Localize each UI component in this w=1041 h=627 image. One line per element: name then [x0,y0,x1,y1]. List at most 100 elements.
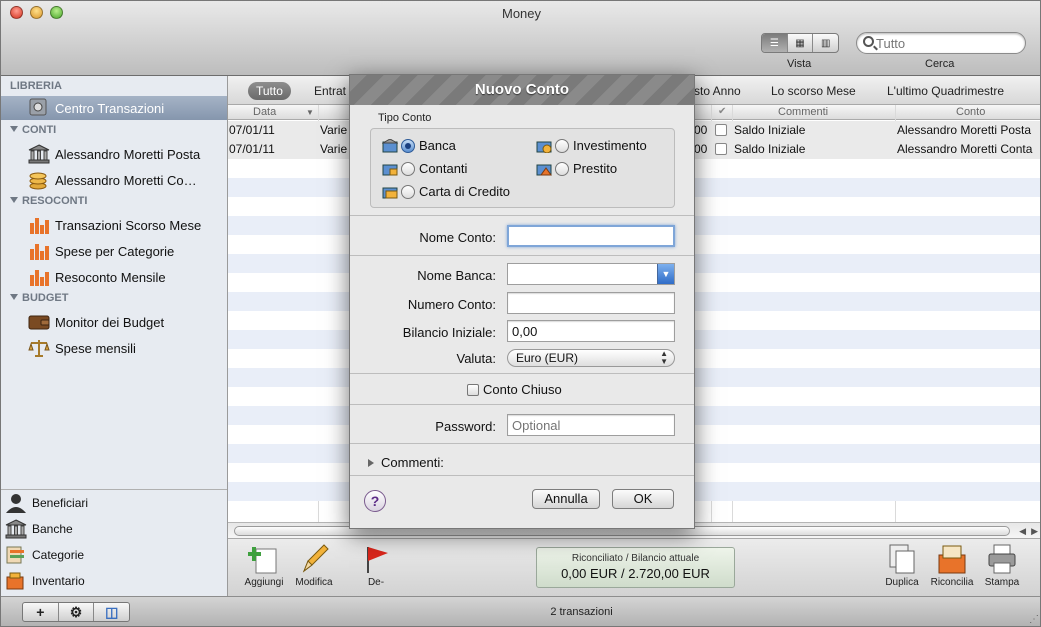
bilancio-iniziale-input[interactable] [507,320,675,342]
filter-scorso-mese[interactable]: Lo scorso Mese [763,82,864,100]
pencil-icon [298,543,330,575]
sidebar-item-resoconto-mensile[interactable]: Resoconto Mensile [1,265,227,289]
numero-conto-label: Numero Conto: [407,297,496,312]
barcode-view-icon[interactable]: ▥ [813,34,838,52]
printer-icon [986,543,1018,575]
sidebar-item-label: Resoconto Mensile [55,269,166,285]
sidebar-item-label: Monitor dei Budget [55,314,165,330]
radio-button-selected[interactable] [401,138,415,153]
sidebar-item-centro-transazioni[interactable]: Centro Transazioni [1,96,227,120]
column-header-data[interactable]: Data [253,106,276,118]
duplica-button[interactable]: Duplica [874,543,930,588]
sidebar-item-conto-posta[interactable]: Alessandro Moretti Posta [1,142,227,166]
sidebar-item-label: Transazioni Scorso Mese [55,217,202,233]
add-document-icon [247,543,280,575]
category-folders-icon [5,545,27,565]
cash-icon [382,162,398,176]
sidebar-item-categorie[interactable]: Categorie [1,542,227,568]
chevron-down-icon[interactable]: ▼ [657,264,674,284]
radio-button[interactable] [401,184,415,199]
radio-carta-di-credito[interactable]: Carta di Credito [382,184,510,199]
sidebar-item-spese-per-categorie[interactable]: Spese per Categorie [1,239,227,263]
sidebar-item-conto-contanti[interactable]: Alessandro Moretti Co… [1,168,227,192]
sidebar-item-label: Centro Transazioni [55,100,165,116]
conto-chiuso-checkbox[interactable]: Conto Chiuso [467,382,562,397]
annulla-button[interactable]: Annulla [532,489,600,509]
numero-conto-input[interactable] [507,292,675,314]
wallet-icon [28,312,50,332]
credit-card-icon [382,185,398,199]
riconcilia-button[interactable]: Riconcilia [924,543,980,588]
filter-questo-anno[interactable]: sto Anno [686,82,749,100]
resize-grip-icon[interactable]: ⋰ [1029,614,1039,625]
sidebar-item-beneficiari[interactable]: Beneficiari [1,490,227,516]
radio-button[interactable] [401,161,415,176]
inventory-icon [5,571,27,591]
scroll-left-arrow-icon[interactable]: ◀ [1019,526,1026,537]
disclosure-triangle-icon [368,458,374,467]
section-divider [350,443,694,444]
reconciled-checkbox[interactable] [715,143,727,155]
sidebar-item-banche[interactable]: Banche [1,516,227,542]
sidebar-group-budget[interactable]: BUDGET [10,292,68,304]
app-window: Money ☰ ▦ ▥ Vista Cerca LIBRERIA Centro … [0,0,1041,627]
scroll-right-arrow-icon[interactable]: ▶ [1031,526,1038,537]
valuta-popup[interactable]: Euro (EUR) ▲ ▼ [507,349,675,367]
radio-prestito[interactable]: Prestito [536,161,617,176]
window-toolbar: Money ☰ ▦ ▥ Vista Cerca [1,1,1040,76]
nome-conto-label: Nome Conto: [419,230,496,245]
coins-icon [28,170,50,190]
disclosure-triangle-icon [10,294,18,300]
window-title: Money [501,6,542,21]
reconciled-checkbox[interactable] [715,124,727,136]
radio-button[interactable] [555,161,569,176]
filter-tutto[interactable]: Tutto [248,82,291,100]
search-input[interactable] [876,35,1016,51]
filter-entrate[interactable]: Entrat [306,82,354,100]
tipo-conto-label: Tipo Conto [378,112,432,124]
commenti-disclosure[interactable]: Commenti: [368,455,444,470]
stampa-button[interactable]: Stampa [974,543,1030,588]
grid-view-icon[interactable]: ▦ [788,34,814,52]
sidebar-item-label: Spese per Categorie [55,243,175,259]
sidebar-item-spese-mensili[interactable]: Spese mensili [1,336,227,360]
column-header-commenti[interactable]: Commenti [778,106,828,118]
investment-icon [536,139,552,153]
sidebar-bottom-list: Beneficiari Banche Categorie Inventario [1,489,227,596]
help-button[interactable]: ? [364,490,386,512]
reconciled-check-icon: ✔ [718,106,727,117]
section-divider [350,215,694,216]
sidebar-group-libreria: LIBRERIA [10,80,62,92]
modifica-button[interactable]: Modifica [286,543,342,588]
nome-conto-input[interactable] [507,225,675,247]
sort-descending-icon: ▼ [306,108,314,117]
nuovo-conto-dialog: Nuovo Conto Tipo Conto Banca Investiment… [349,74,695,529]
disclosure-triangle-icon [10,126,18,132]
section-divider [350,255,694,256]
sidebar-item-transazioni-scorso-mese[interactable]: Transazioni Scorso Mese [1,213,227,237]
disclosure-triangle-icon [10,197,18,203]
view-label: Vista [787,58,812,70]
section-divider [350,373,694,374]
sidebar-item-monitor-budget[interactable]: Monitor dei Budget [1,310,227,334]
ok-button[interactable]: OK [612,489,674,509]
password-input[interactable] [507,414,675,436]
checkbox[interactable] [467,383,479,396]
delete-button[interactable]: De- [348,543,404,588]
list-view-icon[interactable]: ☰ [762,34,788,52]
sidebar-group-resoconti[interactable]: RESOCONTI [10,195,87,207]
sidebar-item-inventario[interactable]: Inventario [1,568,227,594]
bank-icon [28,144,50,164]
inbox-tray-icon [936,543,968,575]
sidebar-group-conti[interactable]: CONTI [10,124,56,136]
radio-investimento[interactable]: Investimento [536,138,647,153]
column-header-conto[interactable]: Conto [956,106,985,118]
status-text: 2 transazioni [550,606,613,618]
radio-banca[interactable]: Banca [381,137,456,153]
radio-contanti[interactable]: Contanti [382,161,467,176]
nome-banca-combobox[interactable]: ▼ [507,263,675,285]
filter-ultimo-quadrimestre[interactable]: L'ultimo Quadrimestre [879,82,1012,100]
sidebar-item-label: Spese mensili [55,340,136,356]
aggiungi-button[interactable]: Aggiungi [236,543,292,588]
radio-button[interactable] [555,138,569,153]
